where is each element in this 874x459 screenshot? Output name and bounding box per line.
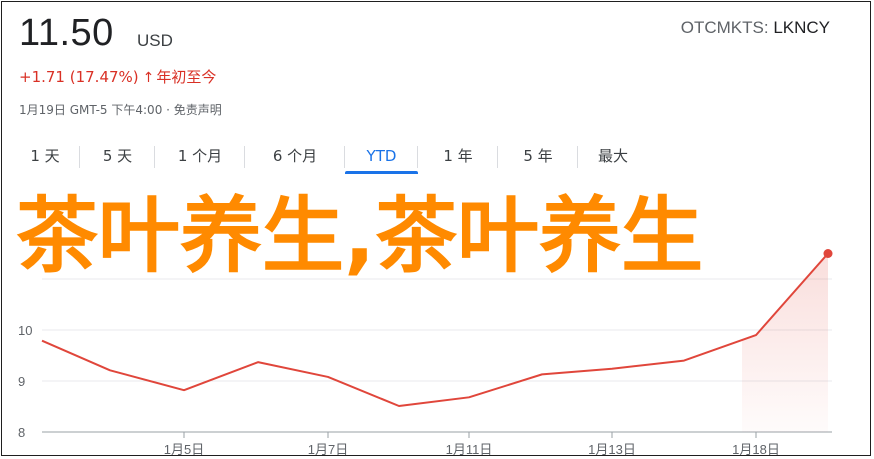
watermark-overlay: 茶叶养生,茶叶养生 [16,189,704,284]
x-tick-label: 1月18日 [732,442,780,456]
stock-widget: 11.50 USD OTCMKTS: LKNCY +1.71 (17.47%) ↑… [1,1,871,456]
y-tick-label: 8 [18,425,25,440]
y-tick-label: 9 [18,374,25,389]
last-point-marker [823,249,833,258]
x-tick-label: 1月11日 [446,442,493,456]
x-tick-label: 1月13日 [588,442,636,456]
x-tick-label: 1月7日 [308,442,348,456]
x-tick-label: 1月5日 [164,442,204,456]
y-tick-label: 10 [18,323,32,338]
